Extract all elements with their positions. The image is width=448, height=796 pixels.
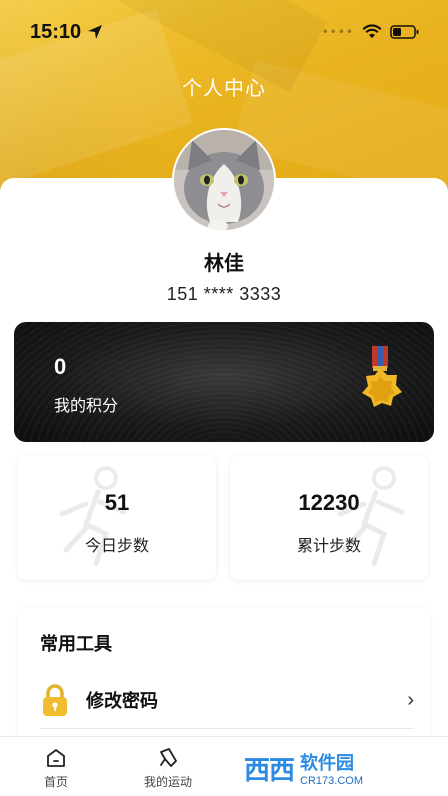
tab-home[interactable]: 首页 — [0, 737, 112, 796]
runner-icon — [337, 466, 405, 567]
chevron-right-icon: › — [407, 688, 414, 711]
status-indicators: •••• — [322, 24, 420, 40]
lock-icon — [43, 684, 67, 716]
today-steps-card[interactable]: 51 今日步数 — [18, 456, 216, 580]
points-label: 我的积分 — [54, 396, 119, 415]
battery-icon — [390, 25, 419, 39]
change-password-row[interactable]: 修改密码 › — [40, 674, 414, 726]
watermark-logo: 西西 — [244, 755, 295, 786]
page-title: 个人中心 — [182, 76, 266, 100]
medal-icon — [362, 346, 402, 407]
total-steps-card[interactable]: 12230 累计步数 — [230, 456, 428, 580]
status-bar: 15:10 •••• — [0, 0, 448, 64]
status-time: 15:10 — [30, 21, 103, 44]
user-phone: 151 **** 3333 — [166, 284, 282, 304]
wifi-icon — [362, 24, 382, 38]
total-steps-value: 12230 — [298, 490, 360, 515]
signal-dots: •••• — [321, 25, 354, 39]
total-steps-label: 累计步数 — [296, 536, 361, 555]
tab-home-label: 首页 — [43, 775, 68, 789]
today-steps-value: 51 — [104, 490, 130, 515]
user-name: 林佳 — [204, 251, 244, 275]
divider — [40, 728, 414, 729]
avatar-image — [174, 130, 274, 230]
clock-text: 15:10 — [30, 20, 82, 43]
tab-my-sport-label: 我的运动 — [143, 775, 192, 789]
watermark: 西西 软件园 CR173.COM — [244, 742, 440, 794]
tools-title: 常用工具 — [40, 634, 112, 655]
watermark-url: CR173.COM — [300, 775, 363, 787]
avatar[interactable] — [172, 128, 276, 232]
today-steps-label: 今日步数 — [84, 536, 149, 555]
change-password-label: 修改密码 — [86, 691, 158, 712]
runner-icon — [59, 466, 127, 567]
sport-icon — [160, 748, 177, 767]
tab-my-sport[interactable]: 我的运动 — [112, 737, 224, 796]
location-arrow-icon — [88, 25, 103, 39]
points-value: 0 — [54, 354, 67, 379]
watermark-title: 软件园 — [300, 753, 355, 774]
points-card[interactable]: 0 我的积分 — [14, 322, 434, 442]
home-icon — [47, 749, 65, 767]
